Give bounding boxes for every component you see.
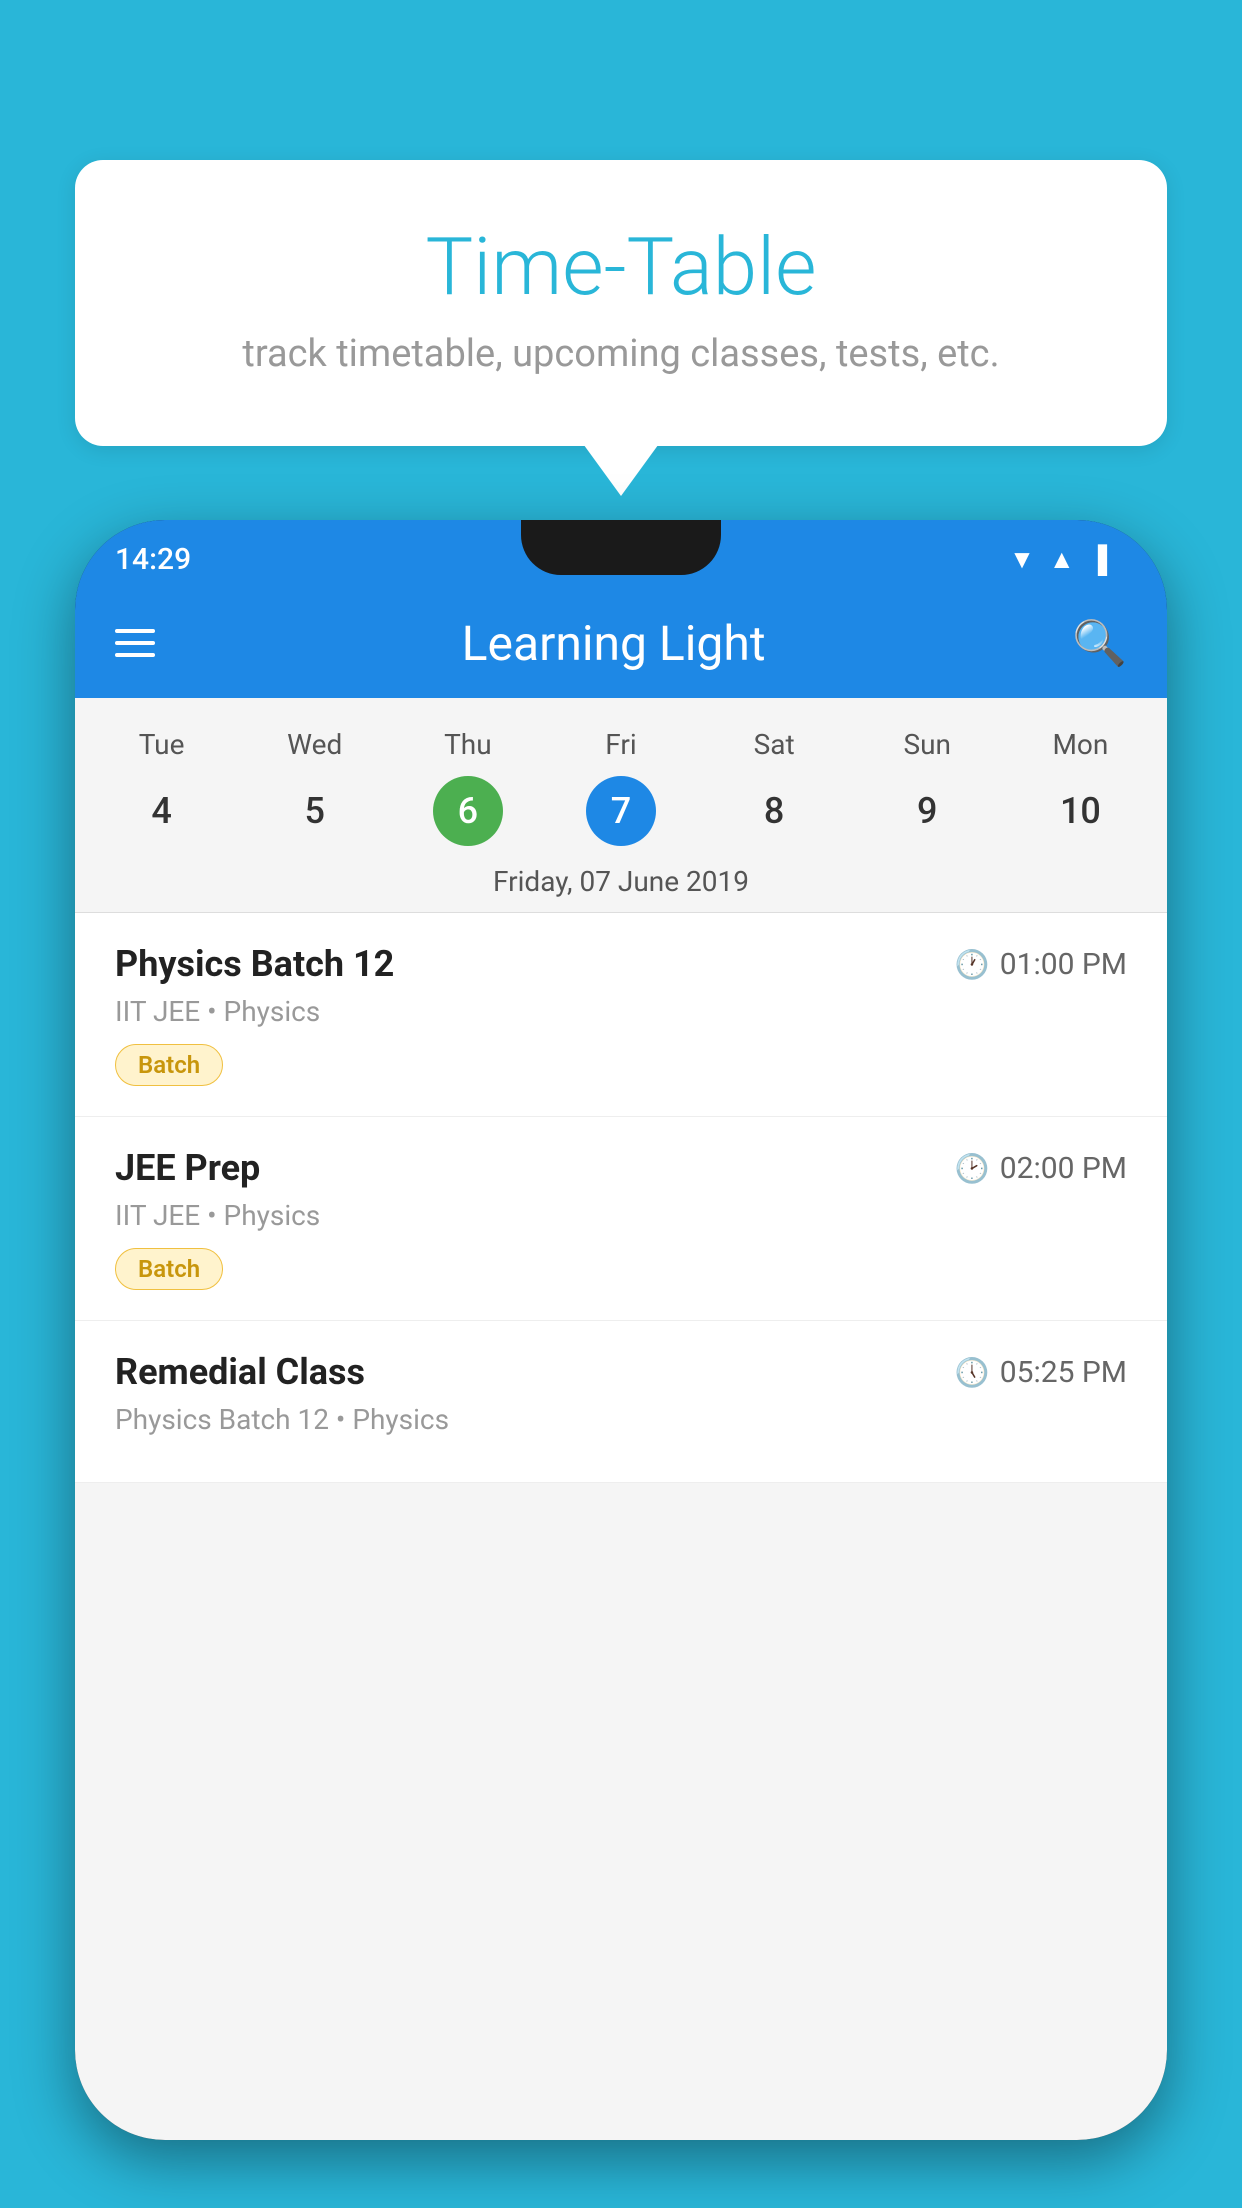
status-time: 14:29 [115, 542, 191, 577]
class-meta-2: IIT JEE • Physics [115, 1199, 1127, 1232]
hamburger-menu-icon[interactable] [115, 629, 155, 657]
class-time-3: 🕔 05:25 PM [955, 1355, 1127, 1390]
class-item-1-header: Physics Batch 12 🕐 01:00 PM [115, 943, 1127, 985]
bubble-subtitle: track timetable, upcoming classes, tests… [155, 332, 1087, 376]
class-time-value-2: 02:00 PM [1000, 1151, 1127, 1186]
phone-content: Tue Wed Thu Fri Sat Sun Mon 4 5 6 7 8 9 … [75, 698, 1167, 2140]
day-names-row: Tue Wed Thu Fri Sat Sun Mon [75, 718, 1167, 771]
day-name-tue: Tue [85, 718, 238, 771]
day-name-sun: Sun [851, 718, 1004, 771]
day-num-4[interactable]: 4 [85, 771, 238, 851]
batch-badge-2: Batch [115, 1248, 223, 1290]
batch-badge-1: Batch [115, 1044, 223, 1086]
class-item-3-header: Remedial Class 🕔 05:25 PM [115, 1351, 1127, 1393]
class-meta-3: Physics Batch 12 • Physics [115, 1403, 1127, 1436]
class-time-2: 🕑 02:00 PM [955, 1151, 1127, 1186]
clock-icon-2: 🕑 [955, 1152, 990, 1185]
phone-device: 14:29 ▼ ▲ ▐ Learning Light 🔍 Tue [75, 520, 1167, 2140]
class-item-2-header: JEE Prep 🕑 02:00 PM [115, 1147, 1127, 1189]
day-name-mon: Mon [1004, 718, 1157, 771]
bubble-title: Time-Table [155, 220, 1087, 314]
class-time-value-3: 05:25 PM [1000, 1355, 1127, 1390]
class-item-3[interactable]: Remedial Class 🕔 05:25 PM Physics Batch … [75, 1321, 1167, 1483]
class-name-1: Physics Batch 12 [115, 943, 394, 985]
day-name-thu: Thu [391, 718, 544, 771]
class-name-3: Remedial Class [115, 1351, 365, 1393]
wifi-icon: ▼ [1009, 544, 1035, 575]
day-num-8[interactable]: 8 [698, 771, 851, 851]
app-bar: Learning Light 🔍 [75, 588, 1167, 698]
class-item-1[interactable]: Physics Batch 12 🕐 01:00 PM IIT JEE • Ph… [75, 913, 1167, 1117]
phone-wrapper: 14:29 ▼ ▲ ▐ Learning Light 🔍 Tue [75, 520, 1167, 2208]
day-name-sat: Sat [698, 718, 851, 771]
day-num-10[interactable]: 10 [1004, 771, 1157, 851]
signal-icon: ▲ [1049, 544, 1075, 575]
class-list: Physics Batch 12 🕐 01:00 PM IIT JEE • Ph… [75, 913, 1167, 1483]
selected-date-label: Friday, 07 June 2019 [75, 851, 1167, 913]
class-item-2[interactable]: JEE Prep 🕑 02:00 PM IIT JEE • Physics Ba… [75, 1117, 1167, 1321]
day-num-6-today[interactable]: 6 [433, 776, 503, 846]
class-time-value-1: 01:00 PM [1000, 947, 1127, 982]
battery-icon: ▐ [1089, 544, 1107, 575]
day-name-wed: Wed [238, 718, 391, 771]
app-title: Learning Light [462, 615, 766, 672]
status-icons: ▼ ▲ ▐ [1009, 544, 1107, 575]
day-num-7-selected[interactable]: 7 [586, 776, 656, 846]
day-name-fri: Fri [544, 718, 697, 771]
search-icon[interactable]: 🔍 [1072, 617, 1127, 669]
class-name-2: JEE Prep [115, 1147, 260, 1189]
phone-notch [521, 520, 721, 575]
clock-icon-3: 🕔 [955, 1356, 990, 1389]
calendar-header: Tue Wed Thu Fri Sat Sun Mon 4 5 6 7 8 9 … [75, 698, 1167, 913]
speech-bubble: Time-Table track timetable, upcoming cla… [75, 160, 1167, 446]
day-num-9[interactable]: 9 [851, 771, 1004, 851]
class-time-1: 🕐 01:00 PM [955, 947, 1127, 982]
day-num-5[interactable]: 5 [238, 771, 391, 851]
class-meta-1: IIT JEE • Physics [115, 995, 1127, 1028]
clock-icon-1: 🕐 [955, 948, 990, 981]
day-numbers-row: 4 5 6 7 8 9 10 [75, 771, 1167, 851]
